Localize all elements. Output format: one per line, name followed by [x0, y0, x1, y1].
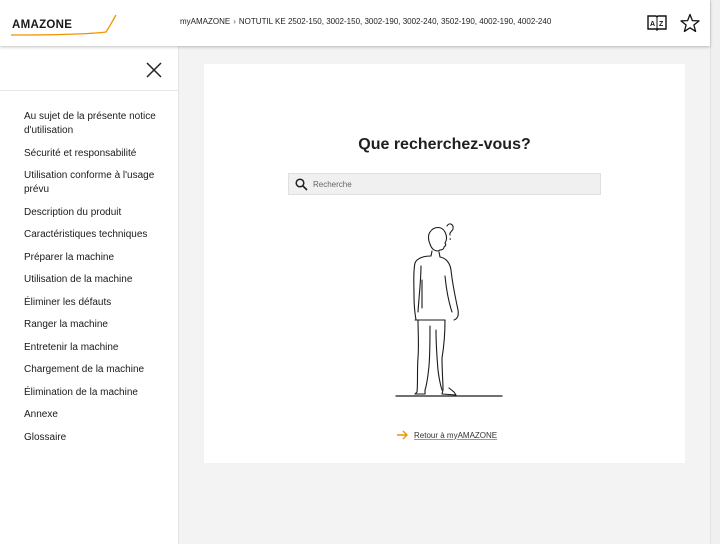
sidebar-item-ranger[interactable]: Ranger la machine [0, 318, 178, 332]
arrow-right-icon [397, 430, 408, 440]
sidebar-item-notice[interactable]: Au sujet de la présente notice d'utilisa… [0, 110, 178, 138]
close-icon[interactable] [144, 60, 164, 80]
sidebar-header [0, 46, 178, 91]
sidebar-item-annexe[interactable]: Annexe [0, 408, 178, 422]
sidebar-item-glossaire[interactable]: Glossaire [0, 431, 178, 445]
sidebar-item-preparer[interactable]: Préparer la machine [0, 251, 178, 265]
top-header: AMAZONE myAMAZONE › NOTUTIL KE 2502-150, 3… [0, 0, 710, 46]
back-to-myamazone-link[interactable]: Retour à myAMAZONE [396, 430, 497, 440]
back-link-label: Retour à myAMAZONE [414, 430, 498, 440]
svg-text:Z: Z [659, 21, 664, 28]
sidebar-item-elimination[interactable]: Élimination de la machine [0, 386, 178, 400]
star-icon[interactable] [679, 13, 701, 33]
breadcrumb-home[interactable]: myAMAZONE [180, 17, 230, 26]
brand-name: AMAZONE [12, 19, 72, 31]
sidebar-item-utilisation-conforme[interactable]: Utilisation conforme à l'usage prévu [0, 169, 178, 197]
breadcrumb: myAMAZONE › NOTUTIL KE 2502-150, 3002-150,… [180, 17, 551, 26]
dictionary-icon[interactable]: A Z [646, 13, 668, 33]
search-input[interactable] [313, 176, 593, 192]
sidebar: Au sujet de la présente notice d'utilisa… [0, 46, 179, 544]
scrollbar[interactable] [710, 0, 720, 544]
sidebar-item-utilisation[interactable]: Utilisation de la machine [0, 273, 178, 287]
sidebar-item-chargement[interactable]: Chargement de la machine [0, 363, 178, 377]
svg-text:A: A [650, 21, 655, 28]
amazone-logo[interactable]: AMAZONE [10, 14, 118, 38]
sidebar-item-description[interactable]: Description du produit [0, 206, 178, 220]
breadcrumb-separator: › [233, 17, 236, 26]
sidebar-item-caracteristiques[interactable]: Caractéristiques techniques [0, 228, 178, 242]
page-title: Que recherchez-vous? [358, 136, 531, 153]
breadcrumb-current: NOTUTIL KE 2502-150, 3002-150, 3002-190,… [238, 17, 552, 26]
sidebar-item-defauts[interactable]: Éliminer les défauts [0, 296, 178, 310]
sidebar-item-securite[interactable]: Sécurité et responsabilité [0, 147, 178, 161]
thinking-person-illustration [395, 223, 503, 397]
search-card: Que recherchez-vous? Recherche Retour à … [204, 64, 685, 463]
search-icon [295, 178, 308, 191]
search-box[interactable] [288, 173, 601, 195]
toc-nav: Au sujet de la présente notice d'utilisa… [0, 91, 178, 445]
main-content: Que recherchez-vous? Recherche Retour à … [179, 46, 710, 544]
sidebar-item-entretenir[interactable]: Entretenir la machine [0, 341, 178, 355]
